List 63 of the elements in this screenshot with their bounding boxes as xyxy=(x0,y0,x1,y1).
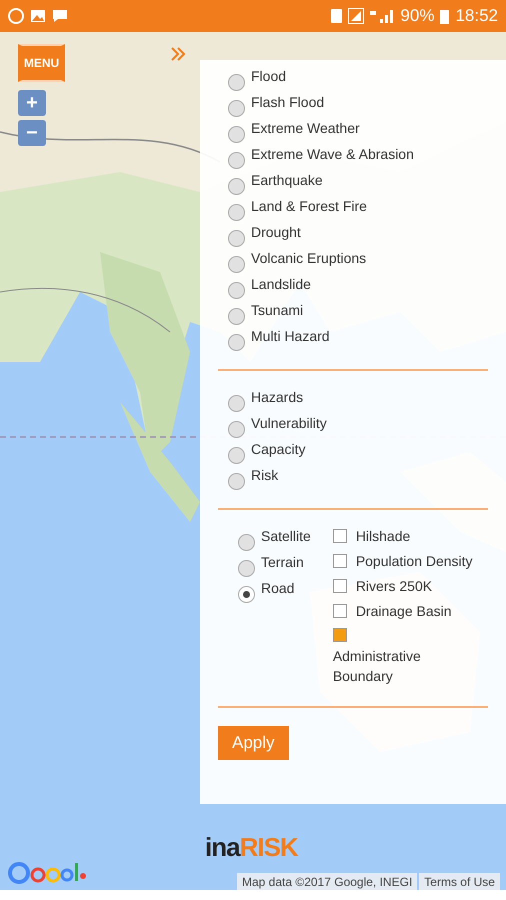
checkbox-label: Drainage Basin xyxy=(356,603,452,619)
radio-button[interactable] xyxy=(228,204,245,221)
checkbox-label: Population Density xyxy=(356,553,473,569)
option-label: Land & Forest Fire xyxy=(251,198,367,214)
menu-button[interactable]: MENU xyxy=(18,44,65,82)
option-label: Hazards xyxy=(251,389,304,405)
option-label: Road xyxy=(261,580,294,596)
terms-link[interactable]: Terms of Use xyxy=(419,873,500,890)
option-label: Flood xyxy=(251,68,286,84)
option-label: Volcanic Eruptions xyxy=(251,250,366,266)
option-label: Terrain xyxy=(261,554,304,570)
radio-button[interactable] xyxy=(228,178,245,195)
checkbox[interactable] xyxy=(332,579,347,593)
option-label: Tsunami xyxy=(251,302,304,318)
image-icon xyxy=(30,9,46,23)
option-label: Earthquake xyxy=(251,172,323,188)
apply-button[interactable]: Apply xyxy=(218,726,289,760)
radio-button[interactable] xyxy=(228,126,245,143)
signal-icon xyxy=(370,9,394,23)
option-label: Extreme Weather xyxy=(251,120,360,136)
radio-button[interactable] xyxy=(228,230,245,247)
sim-icon xyxy=(331,9,342,23)
option-label: Flash Flood xyxy=(251,94,324,110)
option-label: Satellite xyxy=(261,528,311,544)
checkbox[interactable] xyxy=(332,554,347,568)
checkbox[interactable] xyxy=(332,529,347,543)
option-label: Extreme Wave & Abrasion xyxy=(251,146,414,162)
checkbox-label: Rivers 250K xyxy=(356,578,432,594)
radio-button[interactable] xyxy=(228,395,245,412)
checkbox-label: Hilshade xyxy=(356,528,410,544)
radio-button[interactable] xyxy=(228,334,245,351)
signal-icon xyxy=(348,8,364,24)
radio-button[interactable] xyxy=(228,447,245,464)
map-attribution: Map data ©2017 Google, INEGI xyxy=(237,873,418,890)
logo: inaRISK xyxy=(205,832,298,863)
radio-button[interactable] xyxy=(228,473,245,490)
radio-button[interactable] xyxy=(228,100,245,117)
radio-button[interactable] xyxy=(238,560,255,577)
map-logo-icon xyxy=(8,860,86,886)
radio-button[interactable] xyxy=(228,256,245,273)
checkbox[interactable] xyxy=(332,628,347,642)
zoom-out-button[interactable]: − xyxy=(18,120,46,146)
battery-level: 90% xyxy=(400,6,434,26)
option-label: Vulnerability xyxy=(251,415,327,431)
radio-button[interactable] xyxy=(238,586,255,603)
radio-button[interactable] xyxy=(228,282,245,299)
option-label: Drought xyxy=(251,224,301,240)
radio-button[interactable] xyxy=(228,152,245,169)
radio-button[interactable] xyxy=(228,74,245,91)
checkbox-label: Administrative Boundary xyxy=(332,647,422,686)
option-label: Risk xyxy=(251,467,278,483)
message-icon xyxy=(52,9,68,23)
clock: 18:52 xyxy=(455,6,498,26)
option-label: Landslide xyxy=(251,276,311,292)
radio-button[interactable] xyxy=(228,308,245,325)
double-chevron-icon[interactable] xyxy=(170,46,186,62)
checkbox[interactable] xyxy=(332,604,347,618)
zoom-in-button[interactable]: + xyxy=(18,90,46,116)
option-label: Capacity xyxy=(251,441,306,457)
option-label: Multi Hazard xyxy=(251,328,330,344)
battery-icon xyxy=(440,8,450,24)
radio-button[interactable] xyxy=(238,534,255,551)
radio-button[interactable] xyxy=(228,421,245,438)
